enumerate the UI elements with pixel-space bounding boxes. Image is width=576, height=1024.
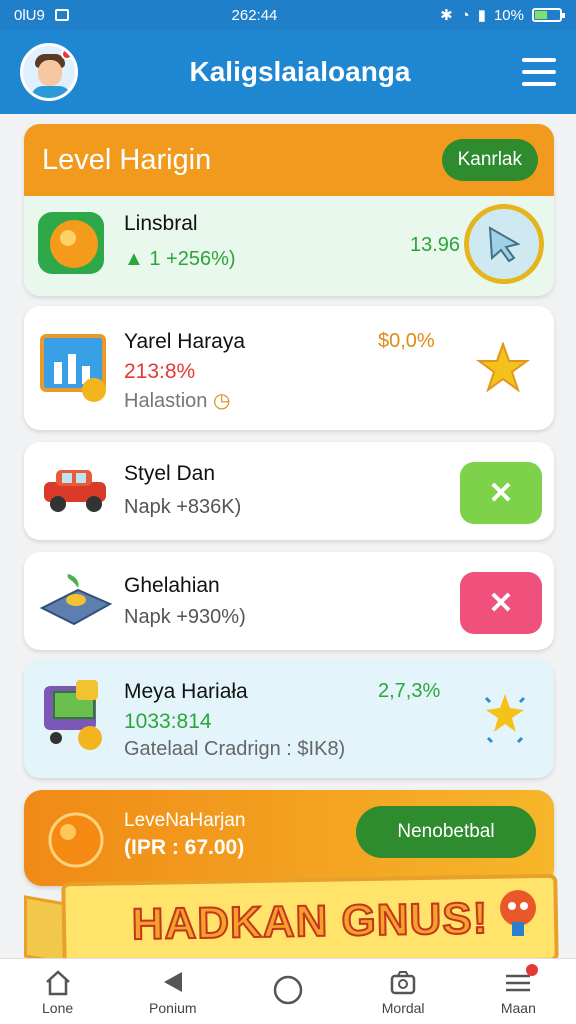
item-percent: $0,0%: [378, 330, 435, 352]
promo-sub: (IPR : 67.00): [124, 836, 245, 859]
list-item[interactable]: Ghelahian Napk +930%) ✕: [24, 552, 554, 650]
sparkle-icon: [484, 694, 526, 744]
item-status: Halastion ◷: [124, 390, 231, 412]
nav-item-camera[interactable]: Mordal: [353, 968, 453, 1016]
promo-banner[interactable]: HADKAN GNUS!: [61, 873, 559, 971]
home-icon: [45, 969, 70, 995]
nav-item-back[interactable]: Ponium: [123, 968, 223, 1016]
confirm-button[interactable]: ✕: [460, 462, 542, 524]
mascot-icon: [500, 890, 536, 936]
back-icon: [163, 971, 182, 992]
up-arrow-icon: ▲: [124, 248, 144, 270]
nav-label: Mordal: [381, 999, 425, 1016]
list-item[interactable]: Meya Hariała 1033:814 Gatelaal Cradrign …: [24, 660, 554, 778]
wifi-icon: ◔: [460, 6, 470, 24]
nav-label: Lone: [42, 999, 74, 1016]
bluetooth-icon: ✱: [440, 7, 453, 24]
level-row-title: Linsbral: [124, 212, 198, 235]
remove-button[interactable]: ✕: [460, 572, 542, 634]
battery-icon: [532, 8, 565, 22]
nav-item-center[interactable]: [238, 974, 338, 1010]
hamburger-menu-icon[interactable]: [522, 58, 556, 86]
status-time: 262:44: [231, 6, 278, 24]
item-sub: Napk +836K): [124, 496, 242, 518]
level-card: Level Harigin Kanrlak Linsbral ▲ 1 +256%…: [24, 124, 554, 296]
item-title: Meya Hariała: [124, 680, 248, 703]
item-status: Gatelaal Cradrign : $IK8): [124, 738, 346, 760]
level-card-header: Level Harigin Kanrlak: [24, 124, 554, 196]
money-tray-icon: [39, 574, 113, 626]
cursor-icon: [488, 226, 521, 263]
item-title: Styel Dan: [124, 462, 216, 485]
item-value-line: 1033:814: [124, 710, 212, 733]
cursor-button[interactable]: [464, 204, 544, 284]
clock-icon: ◷: [212, 390, 231, 412]
item-value-line: 213:8%: [124, 360, 196, 383]
list-item[interactable]: Styel Dan Napk +836K) ✕: [24, 442, 554, 540]
cash-cart-icon: [44, 680, 102, 750]
avatar[interactable]: [20, 43, 78, 101]
chart-icon: [40, 334, 106, 402]
level-action-button[interactable]: Kanrlak: [441, 139, 538, 181]
nav-item-menu[interactable]: Maan: [468, 963, 568, 1016]
star-icon: [476, 342, 530, 393]
circle-home-icon: [273, 975, 303, 1004]
list-item[interactable]: Yarel Haraya 213:8% Halastion ◷ $0,0%: [24, 306, 554, 430]
level-title: Level Harigin: [42, 143, 212, 176]
x-icon: ✕: [488, 586, 514, 620]
battery-percent: 10%: [493, 6, 524, 24]
nav-label: Maan: [500, 999, 536, 1016]
banner-text: HADKAN GNUS!: [130, 893, 489, 950]
camera-icon: [390, 970, 416, 994]
signal-icon: ▮: [477, 7, 486, 24]
bottom-nav: Lone Ponium Mordal Maan: [0, 958, 576, 1024]
app-title: Kaligslaialoanga: [189, 56, 411, 87]
app-bar: Kaligslaialoanga: [0, 30, 576, 114]
x-icon: ✕: [488, 476, 514, 510]
level-row-value: 13.96: [410, 234, 461, 256]
level-row[interactable]: Linsbral ▲ 1 +256%) 13.96: [24, 196, 554, 296]
item-title: Yarel Haraya: [124, 330, 245, 353]
promo-button[interactable]: Nenobetbal: [356, 806, 536, 858]
status-left-text: 0lU9: [14, 6, 45, 24]
car-icon: [44, 470, 106, 512]
item-sub: Napk +930%): [124, 606, 246, 628]
coin-icon: [38, 212, 104, 274]
nav-label: Ponium: [149, 999, 197, 1016]
level-row-sub: ▲ 1 +256%): [124, 248, 236, 270]
notification-icon: [54, 9, 69, 21]
item-percent: 2,7,3%: [378, 680, 441, 702]
status-bar: 0lU9 262:44 ✱ ◔ ▮ 10%: [0, 0, 576, 30]
sun-coin-icon: [48, 812, 104, 868]
promo-card: LeveNaHarjan (IPR : 67.00) Nenobetbal: [24, 790, 554, 886]
nav-badge: [526, 963, 539, 976]
nav-item-home[interactable]: Lone: [8, 968, 108, 1016]
promo-title: LeveNaHarjan: [124, 810, 246, 831]
notification-dot: [61, 48, 73, 60]
item-title: Ghelahian: [124, 574, 220, 597]
